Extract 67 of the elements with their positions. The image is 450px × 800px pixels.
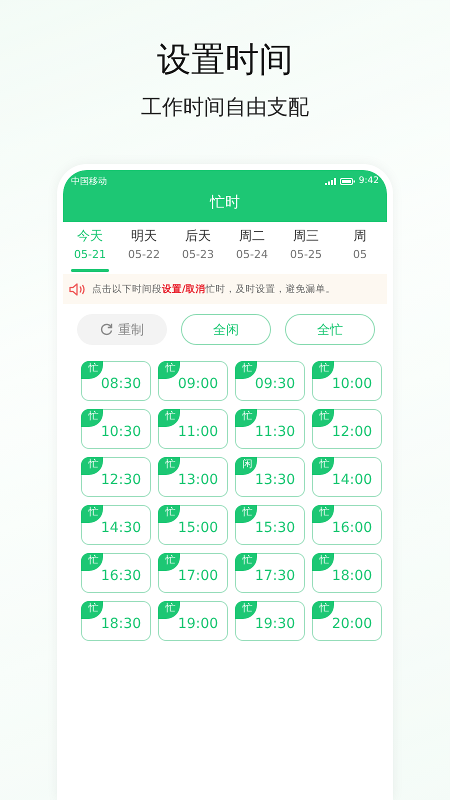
time-slot[interactable]: 忙 18:00 xyxy=(312,553,382,593)
status-tag: 忙 xyxy=(312,457,334,475)
time-slot[interactable]: 忙 10:00 xyxy=(312,361,382,401)
time-slot[interactable]: 忙 09:30 xyxy=(235,361,305,401)
action-button[interactable]: 全闲 xyxy=(181,314,271,345)
status-tag: 忙 xyxy=(235,505,257,523)
status-tag: 忙 xyxy=(312,601,334,619)
status-tag: 忙 xyxy=(312,409,334,427)
status-tag: 忙 xyxy=(158,457,180,475)
time-slot[interactable]: 忙 17:30 xyxy=(235,553,305,593)
refresh-icon xyxy=(100,323,113,336)
status-tag: 忙 xyxy=(81,457,103,475)
day-tab[interactable]: 明天 05-22 xyxy=(117,228,171,274)
time-slot[interactable]: 忙 14:30 xyxy=(81,505,151,545)
time-slot[interactable]: 忙 16:00 xyxy=(312,505,382,545)
status-tag: 忙 xyxy=(81,505,103,523)
time-slot[interactable]: 忙 17:00 xyxy=(158,553,228,593)
time-slot[interactable]: 忙 12:30 xyxy=(81,457,151,497)
time-slot[interactable]: 忙 12:00 xyxy=(312,409,382,449)
status-tag: 忙 xyxy=(158,553,180,571)
time-slot[interactable]: 忙 15:00 xyxy=(158,505,228,545)
status-tag: 忙 xyxy=(235,553,257,571)
time-slot[interactable]: 忙 13:00 xyxy=(158,457,228,497)
status-tag: 忙 xyxy=(235,601,257,619)
day-tab[interactable]: 周二 05-24 xyxy=(225,228,279,274)
reset-button[interactable]: 重制 xyxy=(77,314,167,345)
time-slot[interactable]: 忙 11:00 xyxy=(158,409,228,449)
status-tag: 忙 xyxy=(312,553,334,571)
time-slot[interactable]: 忙 19:00 xyxy=(158,601,228,641)
status-tag: 忙 xyxy=(158,601,180,619)
carrier-label: 中国移动 xyxy=(71,176,107,188)
status-tag: 忙 xyxy=(312,361,334,379)
day-tab[interactable]: 周三 05-25 xyxy=(279,228,333,274)
headline: 设置时间 xyxy=(157,39,293,82)
time-slot[interactable]: 忙 19:30 xyxy=(235,601,305,641)
status-tag: 闲 xyxy=(235,457,257,475)
time-slot[interactable]: 忙 18:30 xyxy=(81,601,151,641)
time-slot[interactable]: 忙 10:30 xyxy=(81,409,151,449)
subtitle: 工作时间自由支配 xyxy=(141,94,309,121)
day-tab[interactable]: 周 05 xyxy=(333,228,387,274)
time-slot[interactable]: 忙 09:00 xyxy=(158,361,228,401)
time-slot[interactable]: 忙 20:00 xyxy=(312,601,382,641)
status-tag: 忙 xyxy=(158,361,180,379)
status-tag: 忙 xyxy=(158,409,180,427)
status-tag: 忙 xyxy=(81,361,103,379)
time-slot[interactable]: 闲 13:30 xyxy=(235,457,305,497)
time-slot[interactable]: 忙 08:30 xyxy=(81,361,151,401)
notice-text: 点击以下时间段设置/取消忙时，及时设置，避免漏单。 xyxy=(92,282,336,296)
status-tag: 忙 xyxy=(235,361,257,379)
time-slot[interactable]: 忙 11:30 xyxy=(235,409,305,449)
status-tag: 忙 xyxy=(81,409,103,427)
signal-icon xyxy=(324,178,336,184)
screen-title: 忙时 xyxy=(208,193,241,212)
status-tag: 忙 xyxy=(81,601,103,619)
battery-icon xyxy=(340,178,355,184)
speaker-icon xyxy=(69,282,86,296)
status-tag: 忙 xyxy=(312,505,334,523)
status-tag: 忙 xyxy=(235,409,257,427)
clock-label: 9:42 xyxy=(358,176,379,186)
time-slot[interactable]: 忙 15:30 xyxy=(235,505,305,545)
status-tag: 忙 xyxy=(81,553,103,571)
time-slot[interactable]: 忙 16:30 xyxy=(81,553,151,593)
action-button[interactable]: 全忙 xyxy=(285,314,375,345)
time-slot[interactable]: 忙 14:00 xyxy=(312,457,382,497)
day-tab[interactable]: 今天 05-21 xyxy=(63,228,117,274)
status-tag: 忙 xyxy=(158,505,180,523)
day-tab[interactable]: 后天 05-23 xyxy=(171,228,225,274)
